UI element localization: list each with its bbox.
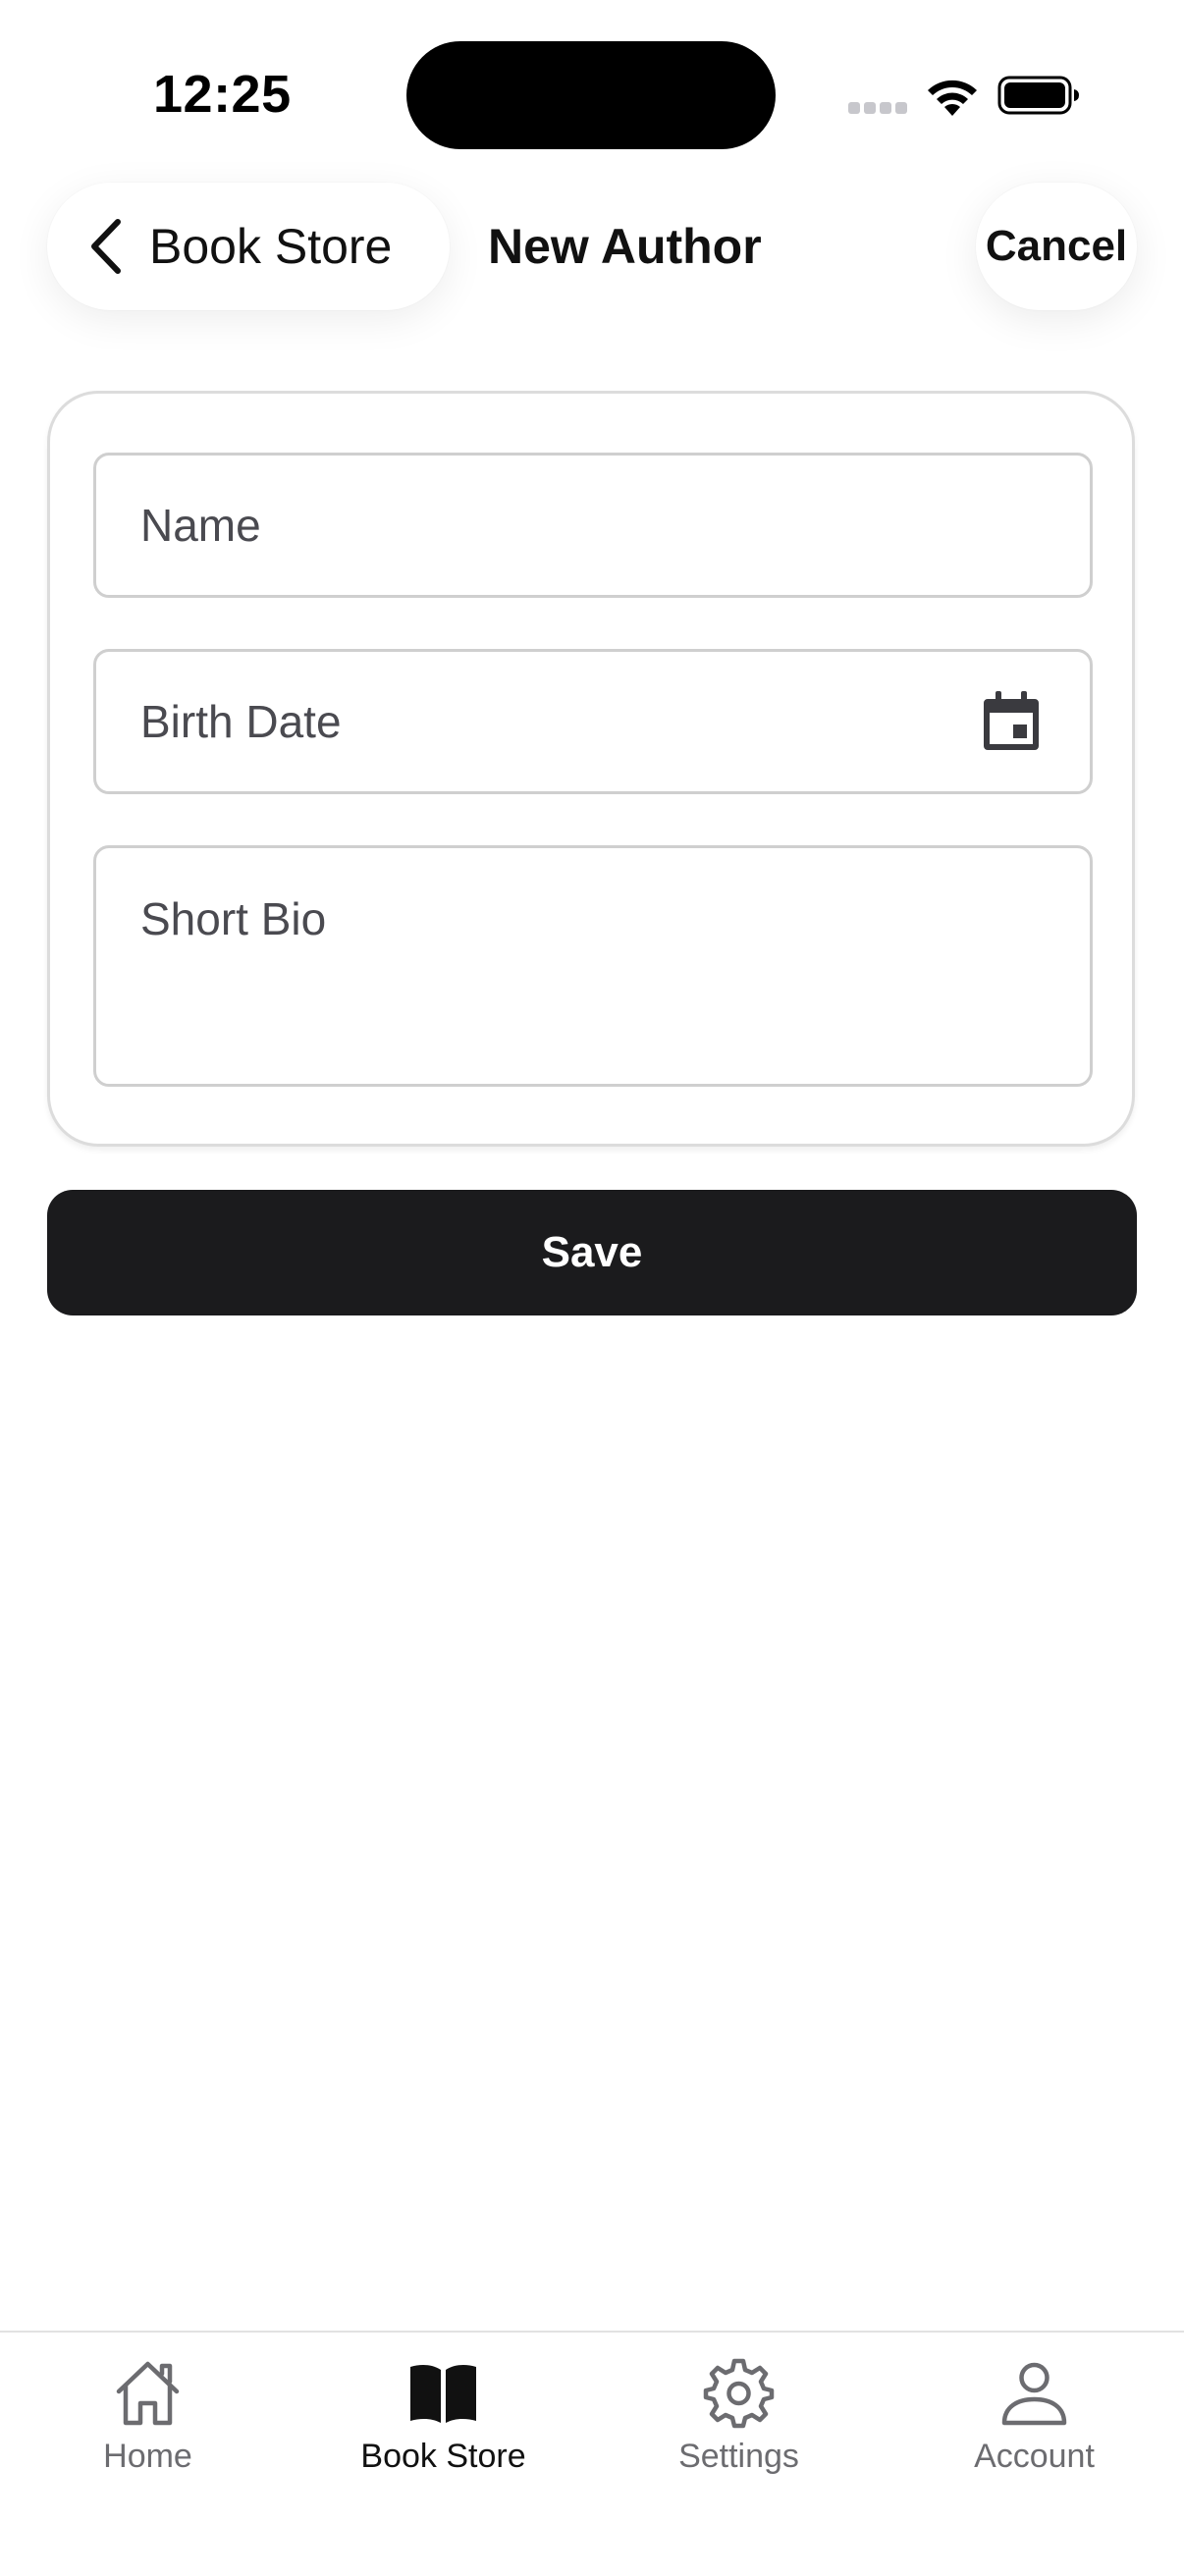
tab-home[interactable]: Home bbox=[0, 2333, 296, 2509]
cellular-signal-icon bbox=[848, 102, 907, 114]
person-icon bbox=[1001, 2362, 1067, 2426]
house-icon bbox=[116, 2361, 180, 2426]
status-time: 12:25 bbox=[153, 65, 292, 124]
cancel-button[interactable]: Cancel bbox=[976, 183, 1137, 310]
book-icon bbox=[410, 2365, 476, 2423]
name-placeholder: Name bbox=[140, 500, 261, 551]
tab-account[interactable]: Account bbox=[887, 2333, 1182, 2509]
wifi-icon bbox=[928, 80, 977, 116]
chevron-left-icon bbox=[91, 219, 121, 274]
calendar-icon[interactable] bbox=[982, 689, 1041, 752]
tab-account-label: Account bbox=[974, 2438, 1095, 2475]
name-field[interactable]: Name bbox=[93, 453, 1093, 598]
save-button[interactable]: Save bbox=[47, 1190, 1137, 1315]
author-form-card: Name Birth Date Short Bio bbox=[47, 391, 1135, 1147]
tab-home-label: Home bbox=[103, 2438, 192, 2475]
tab-settings[interactable]: Settings bbox=[591, 2333, 887, 2509]
birth-date-placeholder: Birth Date bbox=[140, 696, 342, 747]
tab-book-store[interactable]: Book Store bbox=[296, 2333, 591, 2509]
back-button-label: Book Store bbox=[149, 219, 393, 274]
gear-icon bbox=[703, 2358, 775, 2429]
short-bio-placeholder: Short Bio bbox=[140, 893, 327, 944]
dynamic-island bbox=[406, 41, 776, 149]
tab-book-store-label: Book Store bbox=[360, 2438, 526, 2475]
back-button[interactable]: Book Store bbox=[47, 183, 450, 310]
birth-date-field[interactable]: Birth Date bbox=[93, 649, 1093, 794]
page-title: New Author bbox=[488, 219, 762, 274]
battery-icon bbox=[997, 76, 1079, 115]
tab-settings-label: Settings bbox=[678, 2438, 799, 2475]
tab-bar: Home Book Store Settings Account bbox=[0, 2331, 1184, 2576]
short-bio-field[interactable]: Short Bio bbox=[93, 845, 1093, 1087]
